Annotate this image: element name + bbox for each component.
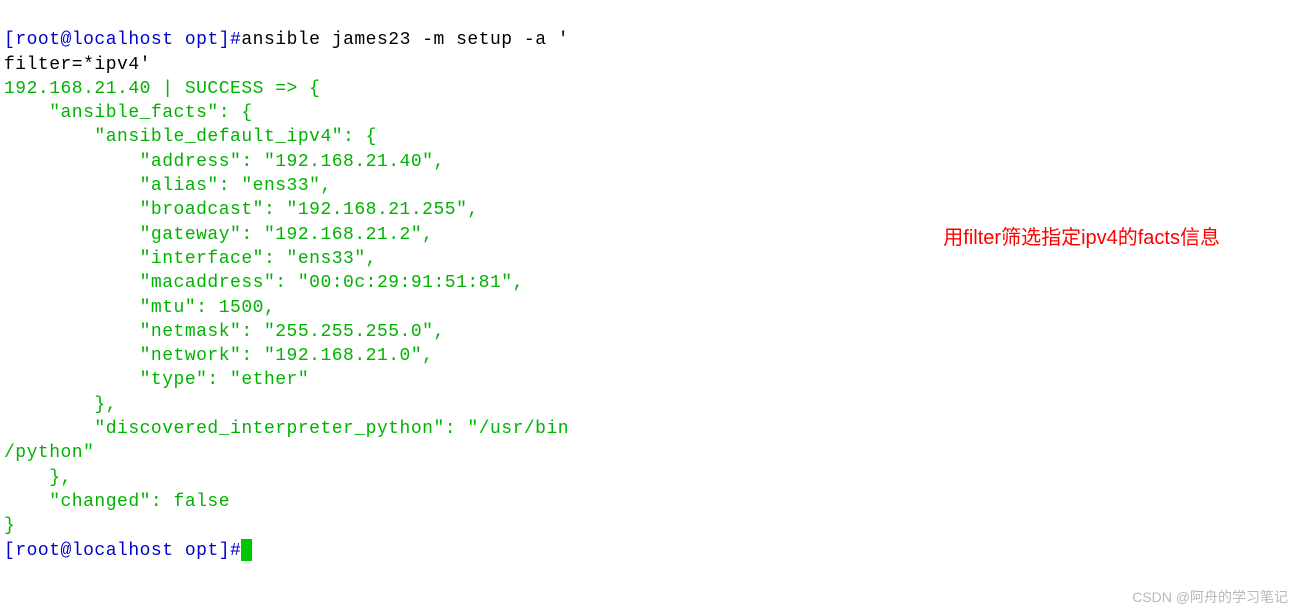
output-line: "address": "192.168.21.40", (4, 152, 445, 172)
output-line: "type": "ether" (4, 370, 309, 390)
prompt-open: [ (4, 541, 15, 561)
output-line: "ansible_default_ipv4": { (4, 127, 377, 147)
output-line: "alias": "ens33", (4, 176, 332, 196)
output-line: "interface": "ens33", (4, 249, 377, 269)
terminal-output[interactable]: [root@localhost opt]#ansible james23 -m … (4, 4, 1296, 563)
output-line: "netmask": "255.255.255.0", (4, 322, 445, 342)
command-text: ansible james23 -m setup -a ' (241, 30, 569, 50)
prompt-close: ]# (219, 541, 242, 561)
prompt-userhost: root@localhost opt (15, 541, 218, 561)
output-line: "mtu": 1500, (4, 298, 275, 318)
terminal-cursor (241, 539, 252, 561)
command-continuation: filter=*ipv4' (4, 55, 151, 75)
output-line: "broadcast": "192.168.21.255", (4, 200, 479, 220)
output-line: "gateway": "192.168.21.2", (4, 225, 433, 245)
output-line: "changed": false (4, 492, 230, 512)
output-line: }, (4, 468, 72, 488)
watermark-text: CSDN @阿舟的学习笔记 (1132, 588, 1288, 607)
prompt-userhost: root@localhost opt (15, 30, 218, 50)
output-line: }, (4, 395, 117, 415)
prompt-line-1: [root@localhost opt]#ansible james23 -m … (4, 30, 569, 50)
prompt-close: ]# (219, 30, 242, 50)
output-line: 192.168.21.40 | SUCCESS => { (4, 79, 320, 99)
annotation-text: 用filter筛选指定ipv4的facts信息 (943, 225, 1220, 252)
output-line: } (4, 516, 15, 536)
output-line: "network": "192.168.21.0", (4, 346, 433, 366)
output-line: /python" (4, 443, 94, 463)
output-line: "macaddress": "00:0c:29:91:51:81", (4, 273, 524, 293)
prompt-line-2: [root@localhost opt]# (4, 541, 252, 561)
output-line: "discovered_interpreter_python": "/usr/b… (4, 419, 569, 439)
output-line: "ansible_facts": { (4, 103, 253, 123)
prompt-open: [ (4, 30, 15, 50)
